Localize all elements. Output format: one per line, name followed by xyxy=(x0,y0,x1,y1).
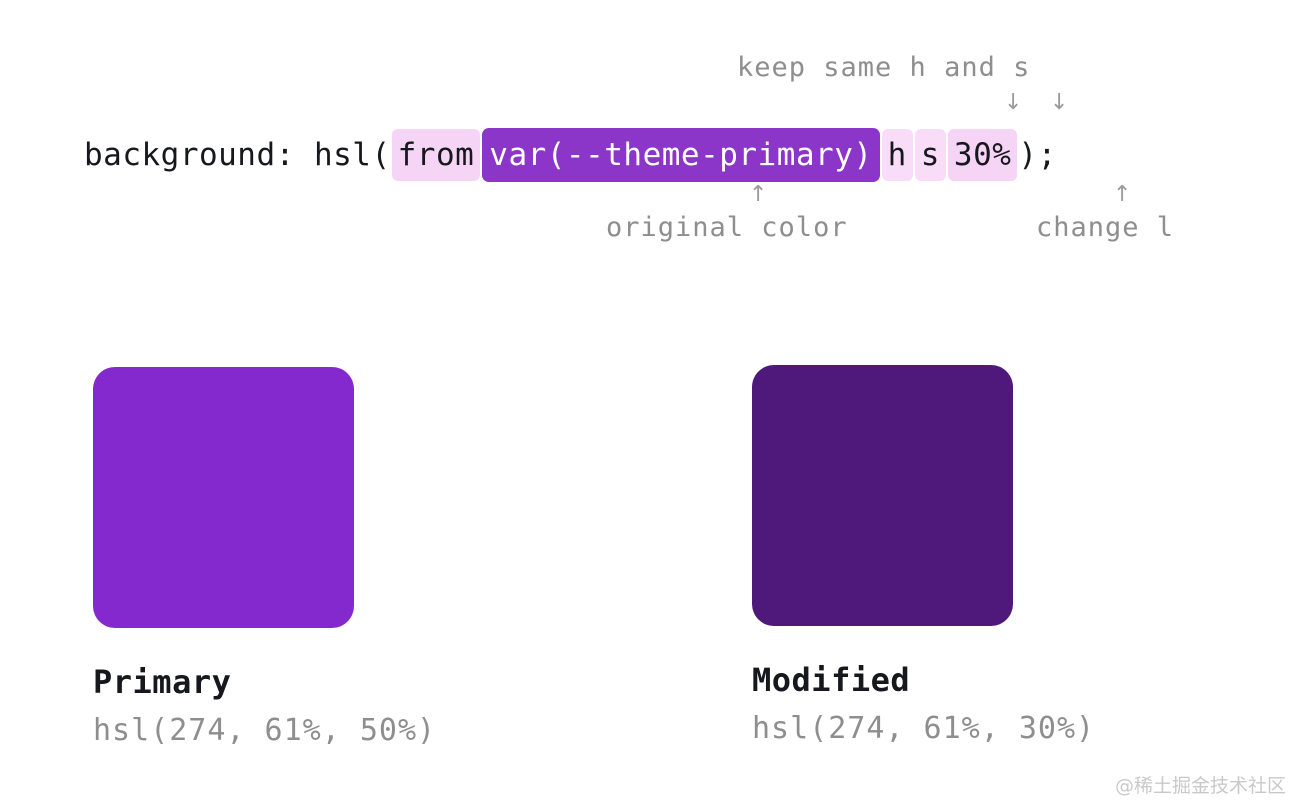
watermark: @稀土掘金技术社区 xyxy=(1114,775,1286,797)
arrow-down-s-icon: ↓ xyxy=(1050,90,1069,115)
code-chip-hue[interactable]: h xyxy=(881,129,913,181)
swatch-group-primary: Primary hsl(274, 61%, 50%) xyxy=(93,367,436,748)
arrow-up-original-color-icon: ↑ xyxy=(749,182,768,207)
code-chip-saturation[interactable]: s xyxy=(914,129,946,181)
swatch-group-modified: Modified hsl(274, 61%, 30%) xyxy=(752,365,1095,746)
original-color-note: original color xyxy=(606,212,848,243)
code-chip-from[interactable]: from xyxy=(391,129,481,181)
code-chip-color-reference[interactable]: var(--theme-primary) xyxy=(482,128,880,182)
arrow-down-h-icon: ↓ xyxy=(1004,90,1023,115)
swatch-title-modified: Modified xyxy=(752,661,911,699)
code-suffix: ); xyxy=(1018,137,1057,173)
swatch-title-primary: Primary xyxy=(93,663,232,701)
swatch-value-primary: hsl(274, 61%, 50%) xyxy=(93,713,437,748)
color-swatch-modified[interactable] xyxy=(752,365,1013,626)
code-prefix: background: hsl( xyxy=(84,137,391,173)
color-swatch-primary[interactable] xyxy=(93,367,354,628)
css-code-line: background: hsl(from var(--theme-primary)… xyxy=(84,128,1057,182)
arrow-up-change-l-icon: ↑ xyxy=(1113,182,1132,207)
swatch-value-modified: hsl(274, 61%, 30%) xyxy=(752,711,1096,746)
code-chip-lightness[interactable]: 30% xyxy=(947,129,1018,181)
change-l-note: change l xyxy=(1036,212,1175,243)
keep-same-hs-note: keep same h and s xyxy=(737,52,1031,83)
